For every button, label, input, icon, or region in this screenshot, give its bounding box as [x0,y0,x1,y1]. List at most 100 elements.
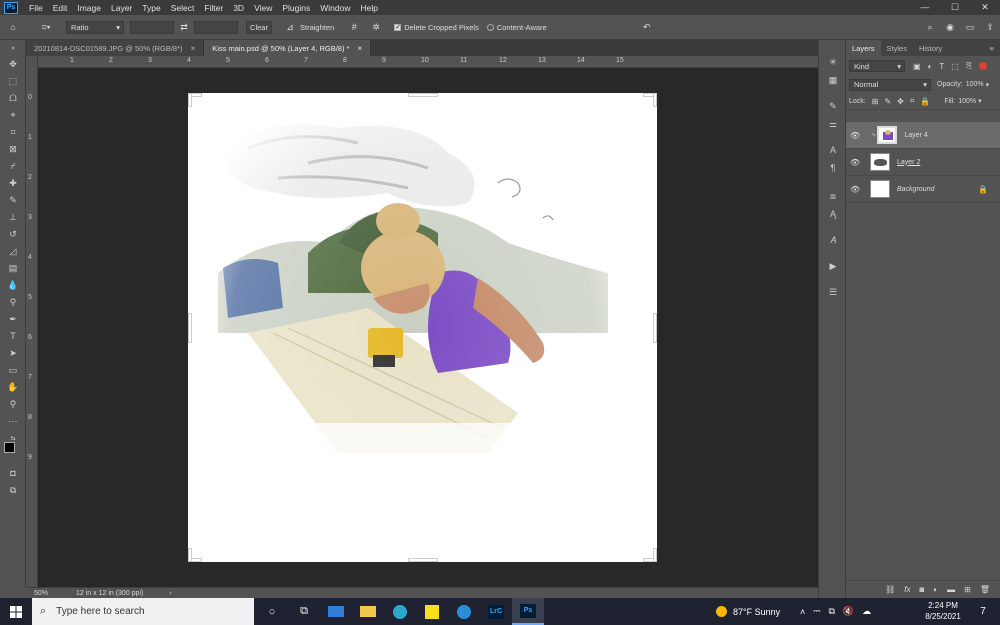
brush-settings-icon[interactable]: ✎ [826,100,840,112]
photoshop-taskbar-icon[interactable]: Ps [512,598,544,625]
gear-icon[interactable]: ✲ [366,22,386,33]
tray-chevron-icon[interactable]: ˄ [800,607,805,617]
layer-row-layer-4[interactable]: 👁 ⤷ Layer 4 [846,122,1000,149]
straighten-label[interactable]: Straighten [300,23,334,32]
fx-icon[interactable]: fx [904,585,910,594]
app-icon[interactable] [448,598,480,625]
tab-history[interactable]: History [913,40,948,56]
menu-3d[interactable]: 3D [228,3,249,13]
smart-object-filter-icon[interactable]: ⎘ [966,61,972,71]
status-arrow-icon[interactable]: › [169,590,171,597]
clone-stamp-tool-icon[interactable]: ⊥ [6,211,20,223]
brush-tool-icon[interactable]: ✎ [6,194,20,206]
width-field[interactable] [130,20,174,34]
menu-type[interactable]: Type [137,3,165,13]
adjustment-filter-icon[interactable]: ◐ [928,62,933,71]
crop-handle-top[interactable] [408,93,438,97]
clear-button[interactable]: Clear [246,20,272,34]
swatches-panel-icon[interactable]: ▦ [826,74,840,86]
undo-reset-icon[interactable]: ↶ [637,22,657,33]
tab-kiss-main[interactable]: Kiss main.psd @ 50% (Layer 4, RGB/8) * × [204,40,372,56]
close-icon[interactable]: × [357,44,362,53]
lightroom-classic-icon[interactable]: LrC [480,598,512,625]
filter-kind-select[interactable]: Kind ▾ [849,60,905,72]
crop-handle-right[interactable] [653,313,657,343]
zoom-tool-icon[interactable]: ⚲ [6,398,20,410]
cortana-icon[interactable]: ○ [256,598,288,625]
hand-tool-icon[interactable]: ✋ [6,381,20,393]
blur-tool-icon[interactable]: 💧 [6,279,20,291]
chevron-down-icon[interactable]: ▾ [986,81,990,89]
glyphs-panel-icon[interactable]: Ą [826,208,840,220]
maximize-button[interactable]: ☐ [940,0,970,15]
filter-toggle-icon[interactable] [979,62,988,70]
mask-icon[interactable]: ◙ [919,585,924,594]
layer-row-background[interactable]: 👁 Background 🔒 [846,176,1000,203]
gradient-tool-icon[interactable]: ▤ [6,262,20,274]
visibility-eye-icon[interactable]: 👁 [850,131,864,140]
sticky-notes-icon[interactable] [416,598,448,625]
path-selection-tool-icon[interactable]: ➤ [6,347,20,359]
chevron-down-icon[interactable]: ▾ [978,97,982,105]
tab-layers[interactable]: Layers [846,40,881,56]
menu-select[interactable]: Select [166,3,200,13]
menu-filter[interactable]: Filter [199,3,228,13]
tab-dsc01589[interactable]: 20210814-DSC01589.JPG @ 50% (RGB/8*) × [26,40,205,56]
adjustments-icon[interactable]: ⚌ [826,118,840,130]
crop-handle-top-right-v[interactable] [653,93,657,107]
workspace-icon[interactable]: ▭ [960,22,980,33]
shape-filter-icon[interactable]: ⬚ [951,62,959,71]
task-view-icon[interactable]: ⧉ [288,598,320,625]
lasso-tool-icon[interactable]: ᗝ [6,92,20,104]
paragraph-panel-icon[interactable]: ¶ [826,162,840,174]
close-window-button[interactable]: ✕ [970,0,1000,15]
menu-image[interactable]: Image [72,3,106,13]
menu-edit[interactable]: Edit [48,3,73,13]
adjustment-icon[interactable]: ◐ [933,585,938,594]
edge-icon[interactable] [384,598,416,625]
dodge-tool-icon[interactable]: ⚲ [6,296,20,308]
notification-center-icon[interactable]: 7 [972,598,994,625]
lock-transparent-icon[interactable]: ⊞ [872,97,879,106]
shapes-panel-icon[interactable]: ⧈ [826,190,840,202]
content-aware-checkbox[interactable]: Content-Aware [486,23,547,32]
quick-mask-icon[interactable]: ◘ [6,467,20,479]
type-filter-icon[interactable]: T [939,62,944,71]
crop-tool-icon[interactable]: ⌗ [6,126,20,138]
ratio-select[interactable]: Ratio ▾ [66,20,124,34]
lock-artboard-icon[interactable]: ⌗ [910,96,915,106]
clock[interactable]: 2:24 PM 8/25/2021 [920,600,966,622]
discover-icon[interactable]: ◉ [940,22,960,33]
eyedropper-tool-icon[interactable]: ⌿ [6,160,20,172]
crop-tool-preset-icon[interactable]: ⌗▾ [32,22,60,33]
panel-menu-icon[interactable]: ≡ [984,40,1000,56]
new-layer-icon[interactable]: ⊞ [964,585,971,594]
object-selection-tool-icon[interactable]: ⌖ [6,109,20,121]
taskbar-search-box[interactable]: ⌕ Type here to search [32,598,254,625]
pen-tool-icon[interactable]: ✒ [6,313,20,325]
zoom-level[interactable]: 50% [34,590,48,597]
document-canvas[interactable] [188,93,657,562]
menu-help[interactable]: Help [355,3,382,13]
frame-tool-icon[interactable]: ⊠ [6,143,20,155]
weather-widget[interactable]: 87°F Sunny [716,598,780,625]
fill-value[interactable]: 100% [958,98,976,105]
character-panel-icon[interactable]: A [826,144,840,156]
character-styles-icon[interactable]: 𝐴 [826,234,840,246]
menu-view[interactable]: View [249,3,277,13]
overlay-grid-icon[interactable]: # [344,22,364,32]
search-icon[interactable]: ⌕ [920,22,940,33]
visibility-eye-icon[interactable]: 👁 [850,185,864,194]
layer-name[interactable]: Background [897,186,934,193]
move-tool-icon[interactable]: ✥ [6,58,20,70]
lock-image-icon[interactable]: ✎ [884,97,891,106]
healing-brush-tool-icon[interactable]: ✚ [6,177,20,189]
lock-all-icon[interactable]: 🔒 [920,97,930,106]
layer-row-layer-2[interactable]: 👁 Layer 2 [846,149,1000,176]
delete-cropped-checkbox[interactable]: Delete Cropped Pixels [394,23,479,32]
crop-handle-bottom[interactable] [408,558,438,562]
menu-file[interactable]: File [24,3,48,13]
crop-handle-top-left-v[interactable] [188,93,192,107]
height-field[interactable] [194,20,238,34]
opacity-value[interactable]: 100% [966,81,984,88]
